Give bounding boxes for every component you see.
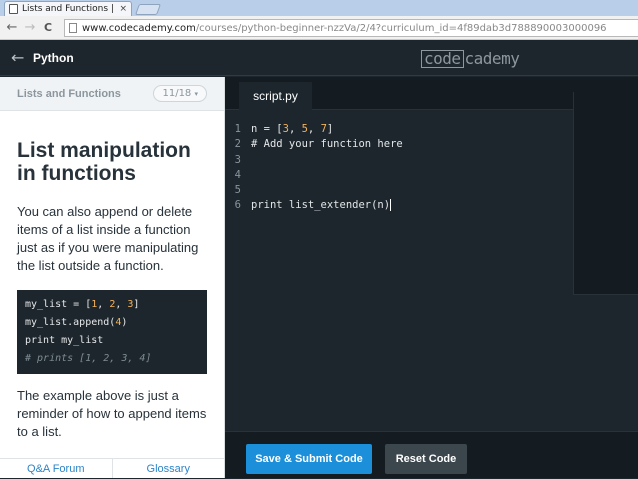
exercise-title: List manipulation in functions <box>17 139 191 185</box>
lesson-body: List manipulation in functions You can a… <box>0 111 224 441</box>
code-example-line: my_list = [1, 2, 3] <box>25 296 199 314</box>
exercise-progress-dropdown[interactable]: 11/18 ▾ <box>153 85 207 102</box>
code-text: print list_extender(n) <box>251 199 391 212</box>
line-number: 2 <box>234 138 241 151</box>
code-text: ) <box>121 317 128 328</box>
code-example-comment: # prints [1, 2, 3, 4] <box>25 353 152 364</box>
code-text: , <box>307 123 321 135</box>
code-text: , <box>115 299 128 310</box>
code-text: ] <box>326 123 334 135</box>
chevron-down-icon: ▾ <box>194 90 198 98</box>
code-text: , <box>97 299 110 310</box>
new-tab-button[interactable] <box>134 4 162 15</box>
course-title[interactable]: Python <box>33 51 74 65</box>
code-example: my_list = [1, 2, 3] my_list.append(4) pr… <box>17 290 207 374</box>
code-text: ] <box>133 299 140 310</box>
lesson-paragraph: You can also append or delete items of a… <box>17 204 199 273</box>
browser-tab-strip: Lists and Functions | Code × <box>0 0 638 16</box>
code-example-line: my_list.append(4) <box>25 314 199 332</box>
lesson-panel: Lists and Functions 11/18 ▾ List manipul… <box>0 77 225 478</box>
line-number: 1 <box>234 123 241 135</box>
line-text: n = [3, 5, 7] <box>251 122 333 137</box>
lesson-header: Lists and Functions 11/18 ▾ <box>0 77 224 111</box>
forward-arrow-icon[interactable]: → <box>21 16 39 40</box>
logo-text: cademy <box>464 49 520 68</box>
back-arrow-icon[interactable]: ← <box>3 16 21 40</box>
code-text: n = [ <box>251 123 283 135</box>
line-text: print list_extender(n) <box>251 198 392 213</box>
line-comment: # Add your function here <box>251 138 403 151</box>
save-submit-button[interactable]: Save & Submit Code <box>246 444 372 474</box>
file-tab-script[interactable]: script.py <box>239 82 312 110</box>
editor-action-bar: Save & Submit Code Reset Code <box>225 431 638 478</box>
close-tab-icon[interactable]: × <box>119 4 127 14</box>
code-text: my_list = [ <box>25 299 92 310</box>
code-text: , <box>288 123 302 135</box>
line-number: 5 <box>234 184 241 197</box>
code-example-line: print my_list <box>25 335 104 346</box>
lesson-paragraph: The example above is just a reminder of … <box>17 388 207 439</box>
code-editor: script.py 1 n = [3, 5, 7] 2 # Add your f… <box>225 77 638 478</box>
line-number: 4 <box>234 168 241 181</box>
url-host: www.codecademy.com <box>82 22 196 34</box>
qa-forum-link[interactable]: Q&A Forum <box>0 459 112 478</box>
browser-tab-title: Lists and Functions | Code <box>22 4 116 14</box>
browser-tab[interactable]: Lists and Functions | Code × <box>4 1 132 16</box>
output-pane <box>573 92 638 295</box>
reload-icon[interactable]: C <box>39 16 57 40</box>
glossary-link[interactable]: Glossary <box>111 459 225 478</box>
page-favicon-icon <box>9 4 18 14</box>
address-bar[interactable]: www.codecademy.com/courses/python-beginn… <box>64 19 638 37</box>
logo-box-text: code <box>421 50 464 68</box>
app-header: ← Python code cademy <box>0 41 638 76</box>
codecademy-logo[interactable]: code cademy <box>421 49 520 68</box>
line-number: 6 <box>234 199 241 212</box>
line-number: 3 <box>234 153 241 166</box>
text-cursor <box>390 199 392 212</box>
back-arrow-icon[interactable]: ← <box>11 49 24 67</box>
progress-count: 11/18 <box>162 88 192 99</box>
code-text: my_list.append( <box>25 317 116 328</box>
url-path: /courses/python-beginner-nzzVa/2/4?curri… <box>195 22 607 34</box>
browser-toolbar: ← → C www.codecademy.com/courses/python-… <box>0 16 638 40</box>
section-title: Lists and Functions <box>17 87 121 100</box>
reset-code-button[interactable]: Reset Code <box>385 444 467 474</box>
lesson-footer: Q&A Forum Glossary <box>0 458 224 478</box>
page-icon <box>69 23 77 33</box>
